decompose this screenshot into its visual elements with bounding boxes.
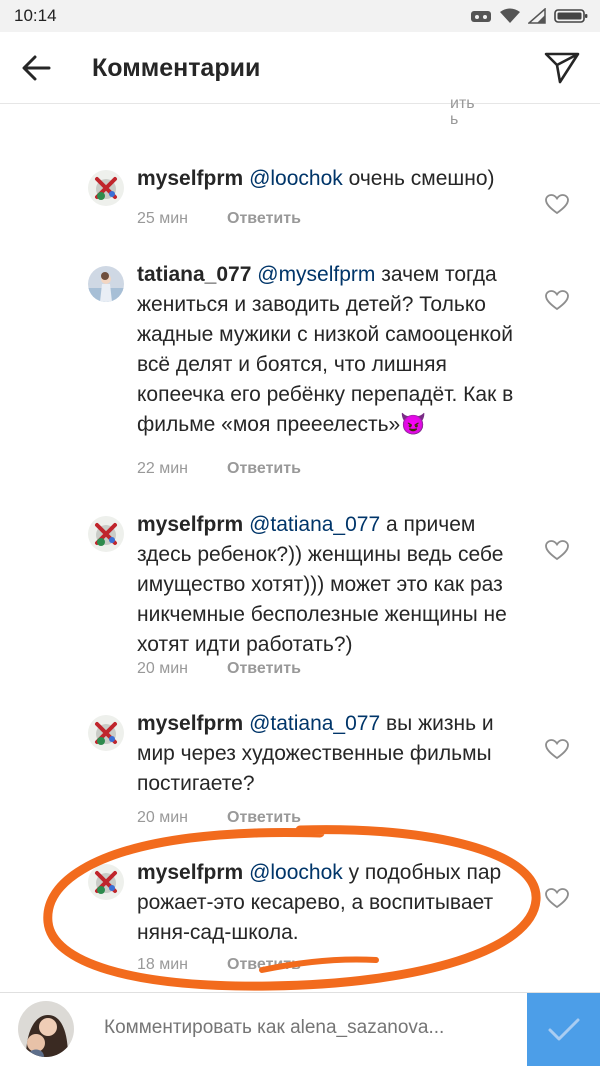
reply-button[interactable]: Ответить [227, 660, 301, 677]
comment-meta: 20 мин Ответить [137, 660, 301, 678]
comment-meta: 22 мин Ответить [137, 460, 301, 478]
comment-mention[interactable]: @tatiana_077 [249, 712, 380, 735]
comment-meta: 20 мин Ответить [137, 809, 301, 827]
comment-username[interactable]: myselfprm [137, 861, 243, 884]
avatar[interactable] [88, 715, 124, 751]
heart-icon[interactable] [544, 192, 570, 216]
comment-mention[interactable]: @tatiana_077 [249, 513, 380, 536]
reply-button[interactable]: Ответить [227, 809, 301, 826]
comment-username[interactable]: tatiana_077 [137, 263, 251, 286]
comment-mention[interactable]: @loochok [249, 861, 343, 884]
comment-username[interactable]: myselfprm [137, 167, 243, 190]
heart-icon[interactable] [544, 886, 570, 910]
app-bar: Комментарии [0, 32, 600, 104]
avatar[interactable] [88, 516, 124, 552]
arrow-left-icon [22, 55, 51, 81]
vr-icon [471, 11, 491, 22]
comment-composer [0, 992, 600, 1066]
heart-icon[interactable] [544, 538, 570, 562]
comment-mention[interactable]: @loochok [249, 167, 343, 190]
avatar[interactable] [88, 864, 124, 900]
comment-meta: 18 мин Ответить [137, 956, 301, 974]
avatar[interactable] [88, 266, 124, 302]
comment-body: очень смешно) [342, 167, 495, 190]
avatar[interactable] [88, 170, 124, 206]
direct-message-button[interactable] [542, 48, 582, 88]
signal-icon [528, 8, 546, 24]
heart-icon[interactable] [544, 737, 570, 761]
comment-text: myselfprm @loochok у подобных пар рожает… [137, 858, 517, 948]
comment-username[interactable]: myselfprm [137, 712, 243, 735]
comment-input[interactable] [104, 1017, 504, 1039]
reply-button[interactable]: Ответить [227, 460, 301, 477]
comment-body: зачем тогда жениться и заводить детей? Т… [137, 263, 514, 436]
current-user-avatar [18, 1001, 74, 1057]
comment-text: myselfprm @loochok очень смешно) [137, 164, 517, 194]
wifi-icon [500, 8, 520, 23]
comment-meta: 25 мин Ответить [137, 210, 301, 228]
comment-time: 22 мин [137, 460, 189, 477]
comment-list: myselfprm @loochok очень смешно) 25 мин О… [0, 104, 600, 992]
comment-username[interactable]: myselfprm [137, 513, 243, 536]
post-comment-button[interactable] [527, 993, 600, 1066]
heart-icon[interactable] [544, 288, 570, 312]
status-time: 10:14 [14, 6, 57, 25]
back-button[interactable] [16, 50, 56, 86]
comment-time: 18 мин [137, 956, 189, 973]
status-bar: 10:14 [0, 0, 600, 32]
comment-mention[interactable]: @myselfprm [257, 263, 375, 286]
comment-text: tatiana_077 @myselfprm зачем тогда женит… [137, 260, 517, 440]
battery-icon [554, 9, 588, 23]
reply-button[interactable]: Ответить [227, 210, 301, 227]
comment-time: 20 мин [137, 809, 189, 826]
paper-plane-icon [544, 52, 580, 84]
comment-text: myselfprm @tatiana_077 а причем здесь ре… [137, 510, 517, 660]
status-icons [470, 6, 588, 26]
reply-button[interactable]: Ответить [227, 956, 301, 973]
page-title: Комментарии [92, 54, 261, 82]
comment-time: 20 мин [137, 660, 189, 677]
comment-text: myselfprm @tatiana_077 вы жизнь и мир че… [137, 709, 517, 799]
comment-time: 25 мин [137, 210, 189, 227]
checkmark-icon [548, 1018, 579, 1041]
